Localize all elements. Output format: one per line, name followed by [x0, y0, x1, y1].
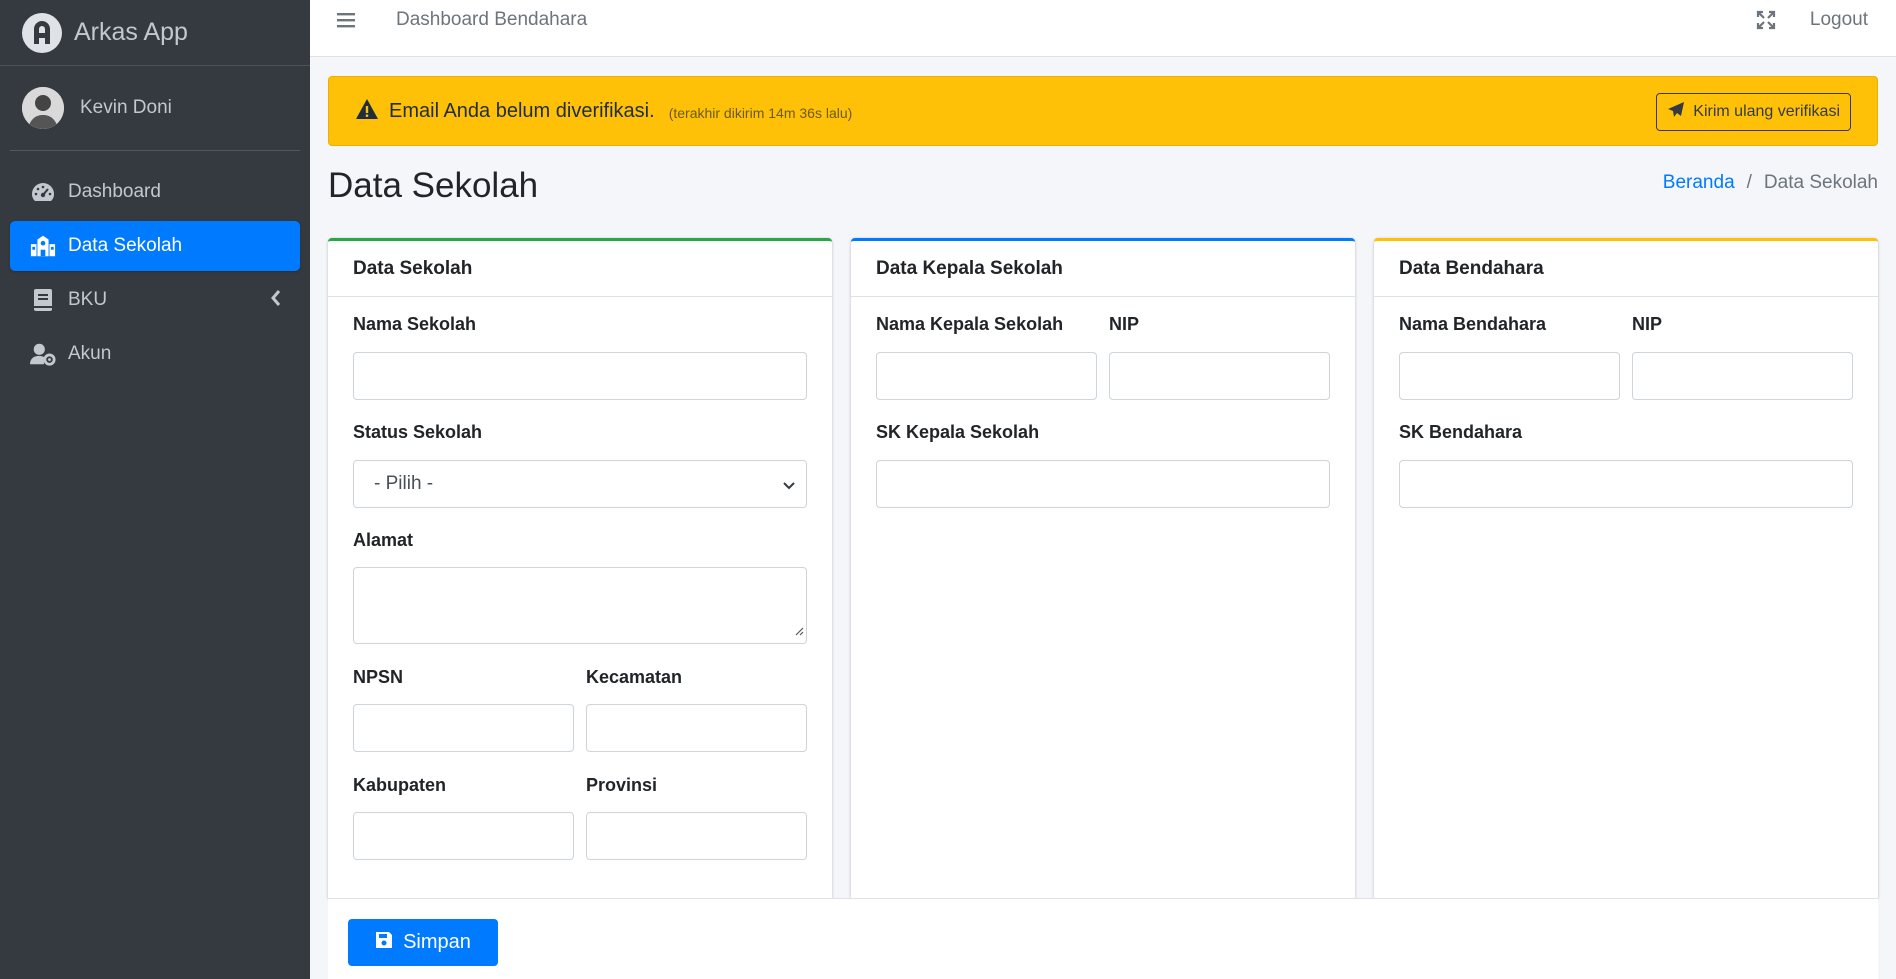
resend-verification-button[interactable]: Kirim ulang verifikasi — [1656, 93, 1851, 131]
nama-kepala-sekolah-label: Nama Kepala Sekolah — [876, 314, 1064, 334]
user-panel[interactable]: Kevin Doni — [10, 66, 300, 151]
paper-plane-icon — [1667, 101, 1693, 124]
nip-bendahara-label: NIP — [1632, 314, 1663, 334]
sk-kepala-sekolah-input[interactable] — [876, 460, 1330, 508]
book-icon — [30, 287, 56, 313]
sidebar: Arkas App Kevin Doni Dashboard Data Seko… — [0, 0, 310, 979]
hamburger-menu-icon[interactable] — [337, 11, 359, 33]
topbar: Dashboard Bendahara Logout — [310, 0, 1896, 57]
card-data-sekolah: Data Sekolah Nama Sekolah Status Sekolah… — [328, 238, 832, 898]
resize-handle-icon[interactable] — [794, 623, 804, 641]
npsn-label: NPSN — [353, 667, 404, 687]
fullscreen-expand-icon[interactable] — [1756, 10, 1776, 35]
avatar — [22, 87, 64, 129]
user-name: Kevin Doni — [80, 97, 172, 118]
sidebar-item-label: Akun — [68, 343, 112, 364]
nama-sekolah-input[interactable] — [353, 352, 807, 400]
alamat-textarea[interactable] — [353, 567, 807, 644]
nama-bendahara-input[interactable] — [1399, 352, 1620, 400]
breadcrumb-separator: / — [1746, 172, 1752, 193]
nama-bendahara-label: Nama Bendahara — [1399, 314, 1547, 334]
tachometer-icon — [30, 179, 56, 205]
npsn-input[interactable] — [353, 704, 574, 752]
sidebar-item-label: BKU — [68, 289, 108, 310]
page-title: Data Sekolah — [328, 166, 539, 205]
sk-bendahara-label: SK Bendahara — [1399, 422, 1523, 442]
card-title: Data Bendahara — [1374, 241, 1878, 297]
chevron-left-icon — [270, 289, 282, 313]
form-footer: Simpan — [328, 898, 1878, 979]
nama-kepala-sekolah-input[interactable] — [876, 352, 1097, 400]
sidebar-item-dashboard[interactable]: Dashboard — [10, 167, 300, 217]
alert-detail: (terakhir dikirim 14m 36s lalu) — [668, 105, 853, 121]
kecamatan-input[interactable] — [586, 704, 807, 752]
status-sekolah-select[interactable]: - Pilih - — [353, 460, 807, 508]
nip-kepala-input[interactable] — [1109, 352, 1330, 400]
alert-message: Email Anda belum diverifikasi. — [389, 99, 655, 122]
card-data-bendahara: Data Bendahara Nama Bendahara NIP SK Ben… — [1374, 238, 1878, 898]
provinsi-input[interactable] — [586, 812, 807, 860]
resend-verification-label: Kirim ulang verifikasi — [1693, 103, 1840, 120]
brand-logo-icon — [22, 12, 62, 53]
nip-bendahara-input[interactable] — [1632, 352, 1853, 400]
breadcrumb-current: Data Sekolah — [1763, 172, 1878, 193]
status-sekolah-label: Status Sekolah — [353, 422, 483, 442]
provinsi-label: Provinsi — [586, 775, 658, 795]
status-sekolah-value: - Pilih - — [374, 473, 434, 494]
nama-sekolah-label: Nama Sekolah — [353, 314, 477, 334]
brand-text: Arkas App — [74, 18, 188, 46]
kabupaten-input[interactable] — [353, 812, 574, 860]
logout-link[interactable]: Logout — [1810, 9, 1868, 31]
alamat-label: Alamat — [353, 530, 414, 550]
breadcrumb-home-link[interactable]: Beranda — [1663, 172, 1735, 194]
breadcrumb: Beranda / Data Sekolah — [1663, 172, 1878, 194]
sidebar-item-akun[interactable]: Akun — [10, 329, 300, 379]
school-icon — [30, 233, 56, 259]
user-cog-icon — [30, 341, 56, 367]
kecamatan-label: Kecamatan — [586, 667, 683, 687]
kabupaten-label: Kabupaten — [353, 775, 447, 795]
sidebar-item-bku[interactable]: BKU — [10, 275, 300, 325]
floppy-disk-icon — [375, 931, 403, 955]
save-button-label: Simpan — [403, 931, 471, 953]
topbar-title-link[interactable]: Dashboard Bendahara — [396, 9, 587, 31]
sk-bendahara-input[interactable] — [1399, 460, 1853, 508]
sidebar-nav: Dashboard Data Sekolah BKU Akun — [0, 167, 310, 379]
brand-link[interactable]: Arkas App — [0, 0, 310, 66]
email-verification-alert: Email Anda belum diverifikasi. (terakhir… — [328, 76, 1878, 146]
card-title: Data Sekolah — [328, 241, 832, 297]
card-data-kepala-sekolah: Data Kepala Sekolah Nama Kepala Sekolah … — [851, 238, 1355, 898]
nip-kepala-label: NIP — [1109, 314, 1140, 334]
sidebar-item-data-sekolah[interactable]: Data Sekolah — [10, 221, 300, 271]
card-title: Data Kepala Sekolah — [851, 241, 1355, 297]
chevron-down-icon — [782, 477, 796, 499]
warning-icon — [355, 98, 379, 125]
sidebar-item-label: Dashboard — [68, 181, 161, 202]
sk-kepala-sekolah-label: SK Kepala Sekolah — [876, 422, 1040, 442]
save-button[interactable]: Simpan — [348, 919, 498, 966]
sidebar-item-label: Data Sekolah — [68, 235, 183, 256]
